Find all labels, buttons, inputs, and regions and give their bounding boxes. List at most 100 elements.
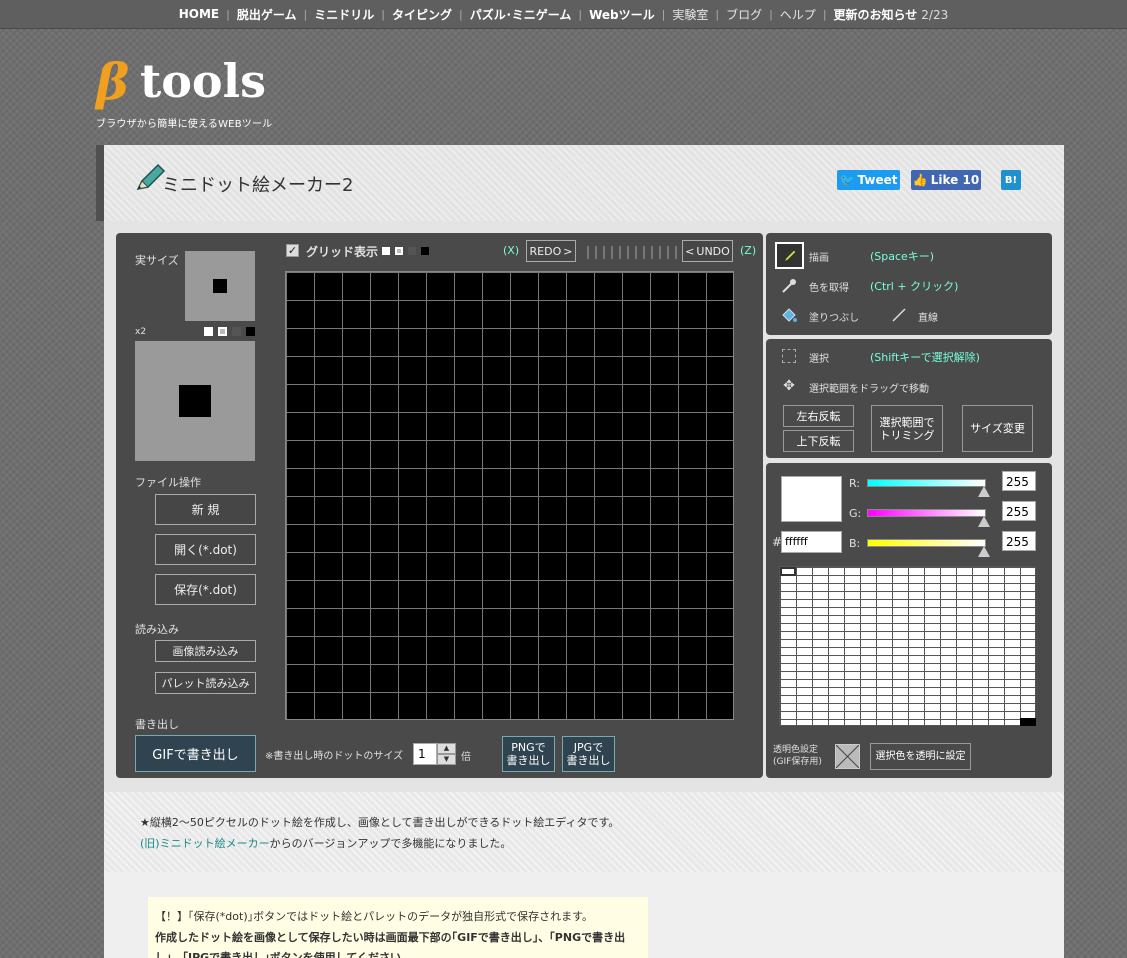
load-palette-button[interactable]: パレット読み込み	[155, 672, 256, 694]
transparent-color-swatch	[835, 744, 860, 769]
file-ops-label: ファイル操作	[135, 476, 201, 489]
description-line-2-rest: からのバージョンアップで多機能になりました。	[269, 837, 512, 850]
stepper-down-icon[interactable]: ▼	[437, 754, 456, 765]
hatena-bookmark-button[interactable]: B!	[1001, 170, 1021, 190]
description-line-1: ★縦横2～50ピクセルのドット絵を作成し、画像として書き出しができるドット絵エデ…	[140, 816, 620, 829]
logo-tagline: ブラウザから簡単に使えるWEBツール	[96, 119, 273, 130]
line-tool-icon[interactable]	[890, 306, 908, 324]
page-title: ミニドット絵メーカー2	[162, 175, 354, 196]
eyedropper-icon[interactable]	[780, 277, 798, 295]
like-button[interactable]: 👍 Like 10	[911, 170, 981, 190]
nav-typing[interactable]: タイピング	[385, 6, 459, 23]
grid-label: グリッド表示	[306, 245, 379, 259]
undo-label: UNDO	[696, 244, 730, 258]
r-slider[interactable]	[867, 479, 986, 487]
jpg-export-label: 書き出し	[566, 754, 611, 767]
export-jpg-button[interactable]: JPGで 書き出し	[562, 736, 615, 772]
x2-label: x2	[135, 327, 147, 337]
dot-size-stepper[interactable]: 1 ▲ ▼	[413, 743, 456, 765]
bg-swatch-gray[interactable]	[218, 327, 227, 336]
g-value-input[interactable]: 255	[1002, 501, 1036, 521]
flip-vertical-button[interactable]: 上下反転	[783, 430, 854, 452]
notice-line-2: 作成したドット絵を画像として保存したい時は画面最下部の｢GIFで書き出し｣、｢P…	[155, 931, 626, 944]
nav-escape-game[interactable]: 脱出ゲーム	[230, 6, 304, 23]
set-transparent-button[interactable]: 選択色を透明に設定	[870, 743, 971, 770]
undo-button[interactable]: < UNDO	[682, 240, 733, 262]
grid-swatch-dark[interactable]	[408, 247, 416, 255]
top-nav: HOME | 脱出ゲーム | ミニドリル | タイピング | パズル･ミニゲーム | We…	[0, 0, 1127, 29]
select-tool-icon[interactable]	[782, 349, 796, 363]
nav-web-tools[interactable]: Webツール	[582, 6, 662, 23]
save-button[interactable]: 保存(*.dot)	[155, 574, 256, 605]
trim-button[interactable]: 選択範囲で トリミング	[871, 405, 943, 452]
open-button[interactable]: 開く(*.dot)	[155, 534, 256, 565]
facebook-icon: 👍	[912, 173, 928, 187]
fill-label: 塗りつぶし	[809, 313, 860, 324]
grid-checkbox[interactable]: ✓	[286, 244, 299, 257]
grid-swatch-gray[interactable]	[395, 247, 403, 255]
palette-selected-cell[interactable]	[780, 567, 796, 576]
pixel-canvas[interactable]	[285, 271, 734, 720]
move-label: 選択範囲をドラッグで移動	[809, 384, 929, 395]
b-slider-handle[interactable]	[978, 546, 990, 557]
redo-button[interactable]: REDO >	[526, 240, 576, 262]
b-slider[interactable]	[867, 539, 986, 547]
b-value-input[interactable]: 255	[1002, 531, 1036, 551]
select-shortcut: (Shiftキーで選択解除)	[870, 351, 980, 364]
load-label: 読み込み	[135, 623, 179, 636]
site-logo[interactable]: β tools ブラウザから簡単に使えるWEBツール	[96, 52, 336, 132]
resize-button[interactable]: サイズ変更	[962, 405, 1033, 452]
nav-blog[interactable]: ブログ	[719, 6, 769, 23]
bg-swatch-white[interactable]	[204, 327, 213, 336]
g-label: G:	[849, 507, 862, 520]
stepper-up-icon[interactable]: ▲	[437, 743, 456, 754]
g-slider-handle[interactable]	[978, 516, 990, 527]
png-export-label: 書き出し	[506, 754, 551, 767]
flip-horizontal-button[interactable]: 左右反転	[783, 405, 854, 427]
draw-tool-button[interactable]	[775, 242, 804, 269]
notice-line-3: し｣、｢JPGで書き出し｣ボタンを使用してください。	[155, 951, 413, 958]
logo-name: tools	[140, 54, 266, 108]
g-slider[interactable]	[867, 509, 986, 517]
pencil-tool-icon	[782, 248, 797, 263]
hex-input[interactable]: ffffff	[781, 531, 842, 553]
old-version-link[interactable]: (旧)ミニドット絵メーカー	[140, 837, 270, 850]
transparent-label-1: 透明色設定	[773, 745, 819, 755]
grid-swatch-black[interactable]	[421, 247, 429, 255]
nav-lab[interactable]: 実験室	[665, 6, 715, 23]
export-size-label: ※書き出し時のドットのサイズ	[265, 751, 404, 762]
export-gif-button[interactable]: GIFで書き出し	[135, 735, 256, 772]
select-label: 選択	[809, 354, 829, 365]
twitter-icon: 🐦	[839, 173, 855, 187]
new-button[interactable]: 新 規	[155, 494, 256, 525]
nav-home[interactable]: HOME	[172, 7, 226, 21]
chevron-right-icon: >	[563, 244, 573, 258]
palette-black-cell[interactable]	[1020, 718, 1036, 726]
dot-size-input[interactable]: 1	[413, 743, 437, 765]
grid-swatch-white[interactable]	[382, 247, 390, 255]
draw-label: 描画	[809, 253, 829, 264]
trim-label-1: 選択範囲で	[879, 415, 935, 429]
b-label: B:	[849, 537, 861, 550]
nav-help[interactable]: ヘルプ	[773, 6, 823, 23]
grid-color-swatches	[382, 247, 429, 255]
export-label: 書き出し	[135, 718, 179, 731]
nav-news-date: 2/23	[921, 7, 949, 22]
bg-swatch-dark[interactable]	[232, 327, 241, 336]
transparent-label-2: (GIF保存用)	[773, 757, 822, 767]
pick-shortcut: (Ctrl + クリック)	[870, 280, 959, 293]
nav-puzzle[interactable]: パズル･ミニゲーム	[463, 6, 579, 23]
load-image-button[interactable]: 画像読み込み	[155, 640, 256, 662]
color-palette[interactable]	[779, 566, 1036, 726]
nav-news[interactable]: 更新のお知らせ 2/23	[827, 6, 956, 23]
r-value-input[interactable]: 255	[1002, 471, 1036, 491]
history-indicator	[587, 246, 677, 259]
r-slider-handle[interactable]	[978, 486, 990, 497]
line-label: 直線	[918, 313, 938, 324]
bg-swatch-black[interactable]	[246, 327, 255, 336]
export-png-button[interactable]: PNGで 書き出し	[502, 736, 555, 772]
preview-bg-swatches	[204, 327, 255, 336]
paint-bucket-icon[interactable]	[780, 306, 798, 324]
tweet-button[interactable]: 🐦 Tweet	[837, 170, 900, 190]
nav-mini-drill[interactable]: ミニドリル	[307, 6, 381, 23]
